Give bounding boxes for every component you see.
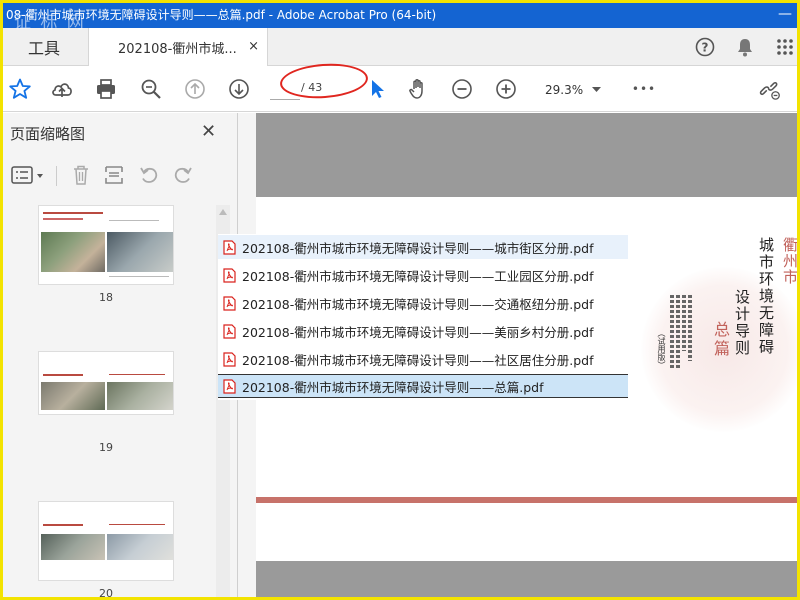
- cover-fine-print: [682, 295, 686, 351]
- delete-page-icon[interactable]: [68, 163, 94, 187]
- thumb-text-line: [109, 276, 169, 277]
- thumb-photo: [41, 382, 105, 410]
- bell-icon[interactable]: [734, 36, 756, 58]
- minimize-button[interactable]: —: [770, 6, 800, 22]
- zoom-in-icon[interactable]: [494, 77, 518, 101]
- file-list-popup: 202108-衢州市城市环境无障碍设计导则——城市街区分册.pdf 202108…: [218, 234, 628, 400]
- window-title: 08-衢州市城市环境无障碍设计导则——总篇.pdf - Adobe Acroba…: [6, 7, 437, 22]
- cover-city-name: 衢州市: [781, 237, 799, 285]
- tab-close-icon[interactable]: ×: [248, 39, 259, 54]
- file-name: 202108-衢州市城市环境无障碍设计导则——总篇.pdf: [242, 379, 544, 395]
- file-list-item[interactable]: 202108-衢州市城市环境无障碍设计导则——交通枢纽分册.pdf: [218, 291, 628, 315]
- thumb-header-line: [43, 212, 103, 214]
- hand-tool-icon[interactable]: [406, 77, 430, 101]
- zoom-search-icon[interactable]: [139, 77, 163, 101]
- pdf-file-icon: [222, 351, 236, 367]
- file-name: 202108-衢州市城市环境无障碍设计导则——工业园区分册.pdf: [242, 268, 594, 284]
- rotate-left-icon[interactable]: [136, 163, 162, 187]
- thumbnail-label: 19: [99, 441, 113, 454]
- apps-grid-icon[interactable]: [774, 36, 796, 58]
- thumbnail-label: 18: [99, 291, 113, 304]
- thumbnail-page-18[interactable]: [38, 205, 174, 285]
- pdf-file-icon: [222, 239, 236, 255]
- help-icon[interactable]: ?: [694, 36, 716, 58]
- pdf-file-icon: [222, 295, 236, 311]
- more-tools-icon[interactable]: •••: [632, 77, 656, 101]
- file-name: 202108-衢州市城市环境无障碍设计导则——交通枢纽分册.pdf: [242, 296, 594, 312]
- pdf-file-icon: [222, 378, 236, 394]
- thumbnail-options-menu[interactable]: [8, 163, 48, 187]
- thumb-photo: [107, 382, 173, 410]
- file-name: 202108-衢州市城市环境无障碍设计导则——城市街区分册.pdf: [242, 240, 594, 256]
- thumb-header-line: [43, 374, 83, 376]
- thumb-text-line: [109, 374, 165, 375]
- thumb-photo: [41, 534, 105, 560]
- file-list-item[interactable]: 202108-衢州市城市环境无障碍设计导则——城市街区分册.pdf: [218, 235, 628, 259]
- thumbnail-page-19[interactable]: [38, 351, 174, 415]
- list-options-icon: [11, 166, 43, 184]
- thumb-photo: [107, 232, 173, 272]
- main-toolbar: / 43 29.3% •••: [0, 66, 800, 112]
- pdf-file-icon: [222, 267, 236, 283]
- panel-title: 页面缩略图: [10, 125, 86, 143]
- file-list-item-selected[interactable]: 202108-衢州市城市环境无障碍设计导则——总篇.pdf: [218, 374, 628, 398]
- cover-title-line2: 设计导则: [733, 289, 751, 357]
- cover-red-band: [256, 497, 800, 503]
- next-page-icon[interactable]: [227, 77, 251, 101]
- thumbnail-list: 18 19 20: [0, 199, 232, 600]
- thumb-text-line: [109, 220, 159, 221]
- cover-subtitle: 总篇: [711, 321, 730, 359]
- previous-page-icon[interactable]: [183, 77, 207, 101]
- share-link-icon[interactable]: [758, 77, 782, 101]
- print-icon[interactable]: [94, 77, 118, 101]
- star-icon[interactable]: [8, 77, 32, 101]
- zoom-level-value: 29.3%: [545, 83, 584, 97]
- svg-text:?: ?: [702, 41, 709, 55]
- toolbar-divider: [56, 166, 57, 186]
- thumbnail-page-20[interactable]: [38, 501, 174, 581]
- title-bar: 08-衢州市城市环境无障碍设计导则——总篇.pdf - Adobe Acroba…: [0, 0, 800, 28]
- tab-tools[interactable]: 工具: [0, 28, 88, 66]
- rotate-right-icon[interactable]: [170, 163, 196, 187]
- zoom-level-dropdown[interactable]: 29.3%: [535, 80, 607, 100]
- panel-toolbar: [0, 157, 238, 193]
- chevron-down-icon: [592, 87, 601, 92]
- panel-close-icon[interactable]: ✕: [201, 121, 216, 142]
- file-list-item[interactable]: 202108-衢州市城市环境无障碍设计导则——美丽乡村分册.pdf: [218, 319, 628, 343]
- thumb-title-bar: [43, 218, 83, 220]
- thumb-header-line: [43, 524, 83, 526]
- cover-fine-print: [670, 295, 674, 369]
- file-name: 202108-衢州市城市环境无障碍设计导则——社区居住分册.pdf: [242, 352, 594, 368]
- cover-title-line1: 城市环境无障碍: [757, 237, 775, 356]
- tab-row: 工具 202108-衢州市城... × ?: [0, 28, 800, 67]
- thumbnail-label: 20: [99, 587, 113, 600]
- upload-cloud-icon[interactable]: [50, 77, 74, 101]
- page-thumbnails-panel: 页面缩略图 ✕ 18 19 20: [0, 113, 238, 600]
- select-cursor-icon[interactable]: [365, 77, 389, 101]
- thumb-photo: [107, 534, 173, 560]
- extract-page-icon[interactable]: [101, 163, 127, 187]
- cover-small-note: （试用版）: [657, 329, 666, 369]
- file-list-item[interactable]: 202108-衢州市城市环境无障碍设计导则——工业园区分册.pdf: [218, 263, 628, 287]
- page-gap-bottom: [256, 561, 800, 600]
- watermark-text: 证 标 网: [14, 13, 86, 33]
- thumb-photo: [41, 232, 105, 272]
- tab-document-label: 202108-衢州市城...: [118, 42, 237, 57]
- thumb-text-line: [109, 524, 165, 525]
- file-list-item[interactable]: 202108-衢州市城市环境无障碍设计导则——社区居住分册.pdf: [218, 347, 628, 371]
- cover-fine-print: [688, 295, 692, 361]
- tab-document[interactable]: 202108-衢州市城... ×: [88, 28, 268, 67]
- pdf-file-icon: [222, 323, 236, 339]
- file-name: 202108-衢州市城市环境无障碍设计导则——美丽乡村分册.pdf: [242, 324, 594, 340]
- cover-fine-print: [676, 295, 680, 369]
- zoom-out-icon[interactable]: [450, 77, 474, 101]
- page-gap-top: [256, 113, 800, 197]
